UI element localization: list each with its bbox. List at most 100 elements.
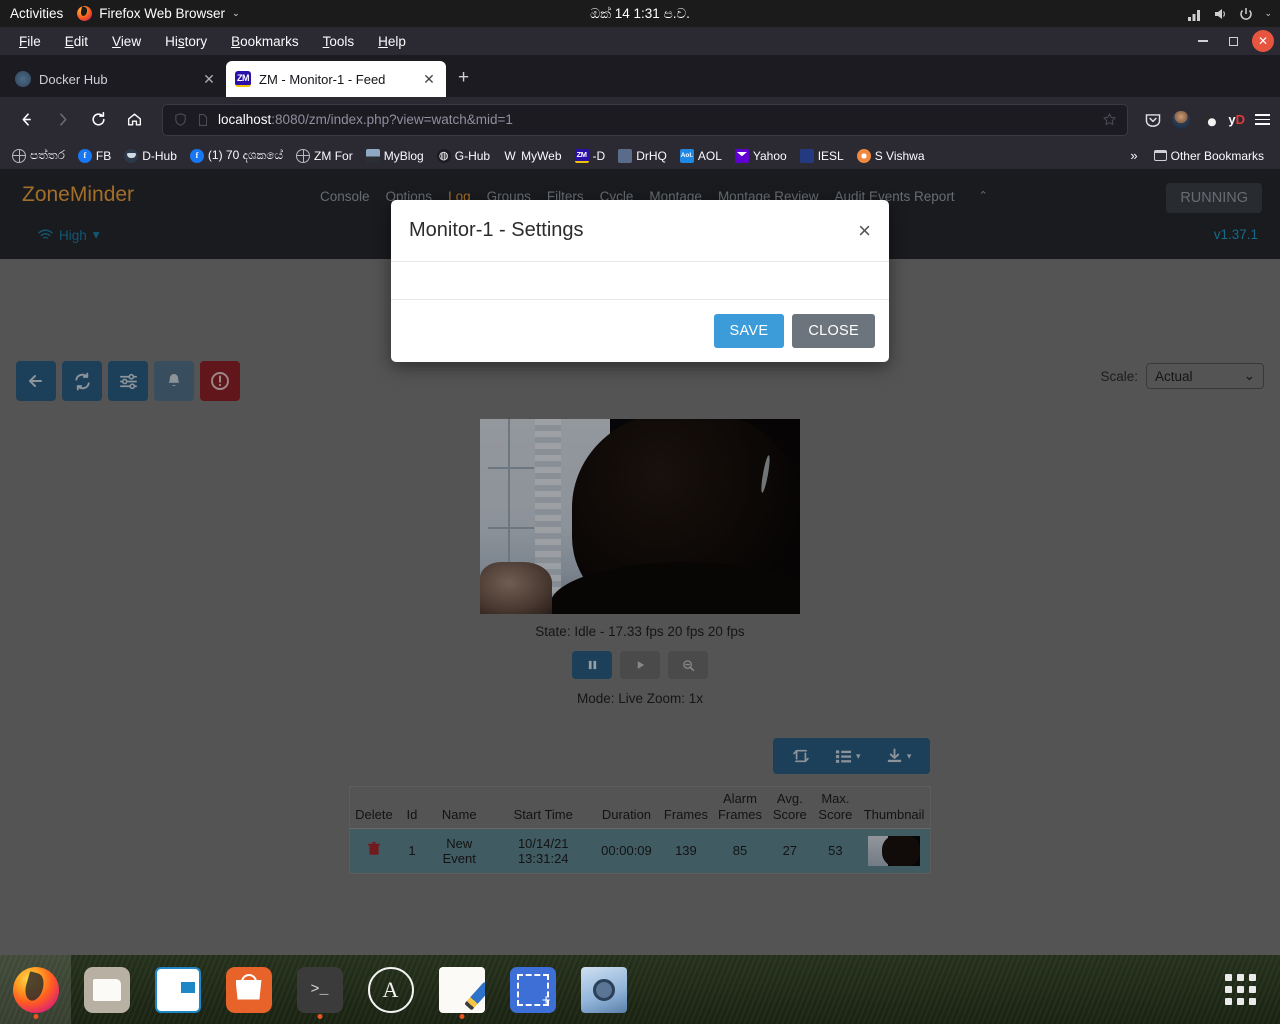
svishwa-icon [856, 148, 871, 163]
bookmark-item[interactable]: f FB [72, 146, 117, 166]
bookmark-item[interactable]: ZM -D [569, 146, 612, 166]
close-icon[interactable]: ✕ [421, 71, 437, 88]
aol-icon: Aol. [679, 148, 694, 163]
bookmark-star-icon[interactable] [1102, 112, 1117, 127]
active-app-label: Firefox Web Browser [99, 6, 226, 21]
terminal-icon: >_ [296, 966, 343, 1013]
dock-item-files[interactable] [71, 955, 142, 1024]
bookmark-item[interactable]: f (1) 70 දශකයේ [184, 145, 289, 166]
media-player-icon [580, 966, 627, 1013]
bookmarks-overflow-button[interactable]: » [1130, 148, 1137, 163]
tab-zm-monitor-1-feed[interactable]: ZM ZM - Monitor-1 - Feed ✕ [226, 61, 446, 97]
bookmark-item[interactable]: Yahoo [729, 146, 793, 166]
close-icon[interactable]: ✕ [201, 71, 217, 88]
new-tab-button[interactable]: + [446, 67, 481, 89]
modal-title: Monitor-1 - Settings [409, 219, 584, 241]
bookmarks-bar-right: » Other Bookmarks [1130, 146, 1274, 166]
bookmark-item[interactable]: W MyWeb [497, 146, 567, 166]
active-app-menu[interactable]: Firefox Web Browser ⌄ [77, 6, 240, 21]
menu-bookmarks[interactable]: Bookmarks [220, 30, 310, 53]
bookmark-label: MyBlog [383, 148, 424, 163]
dock-item-libreoffice-writer[interactable] [142, 955, 213, 1024]
other-bookmarks-folder[interactable]: Other Bookmarks [1148, 146, 1270, 166]
dock-item-app-center[interactable]: A [355, 955, 426, 1024]
bookmark-item[interactable]: DrHQ [612, 146, 673, 166]
gnome-top-bar: Activities Firefox Web Browser ⌄ ඔක් 14 … [0, 0, 1280, 27]
folder-icon [1153, 150, 1167, 161]
reload-button[interactable] [82, 104, 114, 136]
github-icon: ◍ [436, 148, 451, 163]
bookmark-label: AOL [697, 148, 722, 163]
pocket-icon[interactable] [1144, 111, 1162, 129]
menu-tools[interactable]: Tools [312, 30, 366, 53]
bookmark-item[interactable]: MyBlog [360, 146, 430, 166]
screenshot-icon: + [509, 966, 556, 1013]
dock-item-software-center[interactable] [213, 955, 284, 1024]
myblog-icon [365, 148, 380, 163]
globe-icon [12, 148, 26, 163]
zm-icon: ZM [235, 71, 251, 87]
modal-header: Monitor-1 - Settings × [391, 200, 889, 262]
home-button[interactable] [118, 104, 150, 136]
browser-menu-bar: File Edit View History Bookmarks Tools H… [0, 27, 1280, 55]
bookmark-label: ZM For [314, 148, 353, 163]
running-indicator [459, 1014, 464, 1019]
yahoo-icon [734, 148, 749, 163]
dock-item-firefox[interactable] [0, 955, 71, 1024]
show-applications-button[interactable] [1200, 974, 1280, 1005]
tab-title: Docker Hub [39, 71, 108, 87]
bookmark-item[interactable]: ZM For [290, 146, 359, 166]
dock-item-screenshot[interactable]: + [497, 955, 568, 1024]
yd-extension-icon[interactable]: yD [1228, 112, 1245, 127]
menu-help[interactable]: Help [367, 30, 417, 53]
system-tray[interactable]: ⌄ [1186, 0, 1272, 27]
save-button[interactable]: SAVE [713, 314, 785, 348]
iesl-icon [799, 148, 814, 163]
hamburger-menu-icon[interactable] [1255, 113, 1270, 126]
bookmark-item[interactable]: D-Hub [118, 146, 183, 166]
other-bookmarks-label: Other Bookmarks [1170, 148, 1264, 163]
reload-icon [91, 111, 105, 126]
tab-title: ZM - Monitor-1 - Feed [259, 71, 386, 87]
close-window-button[interactable]: ✕ [1252, 30, 1274, 52]
url-path: :8080/zm/index.php?view=watch&mid=1 [271, 112, 513, 127]
menu-edit[interactable]: Edit [54, 30, 99, 53]
menu-history[interactable]: History [154, 30, 218, 53]
maximize-button[interactable] [1222, 30, 1244, 52]
minimize-button[interactable] [1192, 30, 1214, 52]
close-button[interactable]: CLOSE [792, 314, 875, 348]
chevron-down-icon: ⌄ [232, 8, 240, 18]
menu-view[interactable]: View [101, 30, 152, 53]
bookmark-item[interactable]: IESL [794, 146, 850, 166]
power-icon [1240, 7, 1253, 20]
extension-icon[interactable] [1200, 111, 1218, 129]
bookmarks-bar: පත්තර f FB D-Hub f (1) 70 දශකයේ ZM For MyB… [0, 142, 1280, 169]
bookmark-item[interactable]: පත්තර [6, 145, 71, 166]
bookmark-item[interactable]: S Vishwa [851, 146, 931, 166]
dock-item-text-editor[interactable] [426, 955, 497, 1024]
account-avatar[interactable] [1172, 110, 1191, 129]
bookmark-label: MyWeb [521, 148, 562, 163]
clock[interactable]: ඔක් 14 1:31 ප.ව. [490, 6, 790, 22]
tab-docker-hub[interactable]: Docker Hub ✕ [6, 61, 226, 97]
bookmark-label: FB [95, 148, 112, 163]
forward-button[interactable] [46, 104, 78, 136]
writer-icon [154, 966, 201, 1013]
bookmark-item[interactable]: ◍ G-Hub [431, 146, 496, 166]
address-bar[interactable]: localhost:8080/zm/index.php?view=watch&m… [162, 103, 1129, 136]
bookmark-item[interactable]: Aol. AOL [674, 146, 728, 166]
bookmark-label: IESL [817, 148, 844, 163]
activities-button[interactable]: Activities [0, 6, 77, 21]
menu-file[interactable]: File [8, 30, 52, 53]
text-editor-icon [438, 966, 485, 1013]
dock-item-terminal[interactable]: >_ [284, 955, 355, 1024]
dock-item-media-player[interactable] [568, 955, 639, 1024]
shield-icon [175, 113, 186, 126]
bookmark-label: Yahoo [752, 148, 787, 163]
settings-modal: Monitor-1 - Settings × SAVE CLOSE [391, 200, 889, 362]
bookmark-label: DrHQ [636, 148, 667, 163]
back-button[interactable] [10, 104, 42, 136]
firefox-icon [77, 6, 93, 21]
url-host: localhost [218, 112, 272, 127]
close-icon[interactable]: × [858, 219, 871, 242]
